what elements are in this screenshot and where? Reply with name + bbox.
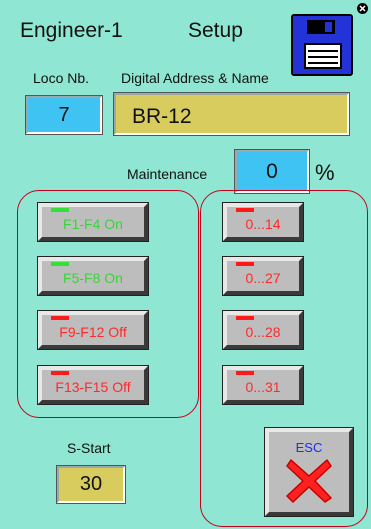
save-button[interactable] (291, 14, 353, 76)
function-button-f1-f4[interactable]: F1-F4 On (37, 202, 149, 242)
maintenance-label: Maintenance (127, 166, 208, 182)
speed-steps-button-31[interactable]: 0...31 (222, 365, 304, 405)
esc-label: ESC (295, 440, 323, 455)
function-button-f13-f15[interactable]: F13-F15 Off (37, 365, 149, 405)
speed-steps-button-27[interactable]: 0...27 (222, 256, 304, 296)
floppy-disk-icon (293, 16, 351, 74)
speed-steps-button-14[interactable]: 0...14 (222, 202, 304, 242)
function-button-f9-f12[interactable]: F9-F12 Off (37, 310, 149, 350)
setup-label: Setup (188, 19, 243, 42)
esc-button[interactable]: ESC (264, 427, 354, 517)
address-name-field[interactable]: BR-12 (113, 92, 350, 136)
function-button-f5-f8[interactable]: F5-F8 On (37, 256, 149, 296)
loco-number-field[interactable]: 7 (25, 95, 103, 135)
loco-number-label: Loco Nb. (33, 70, 90, 86)
maintenance-unit: % (315, 160, 335, 185)
s-start-label: S-Start (67, 440, 111, 456)
address-label: Digital Address & Name (121, 70, 269, 86)
maintenance-field[interactable]: 0 (234, 149, 310, 194)
page-title: Engineer-1 (20, 19, 123, 42)
s-start-field[interactable]: 30 (56, 465, 126, 504)
corner-pin-icon (356, 2, 369, 15)
red-x-icon (286, 459, 332, 503)
speed-steps-button-28[interactable]: 0...28 (222, 310, 304, 350)
